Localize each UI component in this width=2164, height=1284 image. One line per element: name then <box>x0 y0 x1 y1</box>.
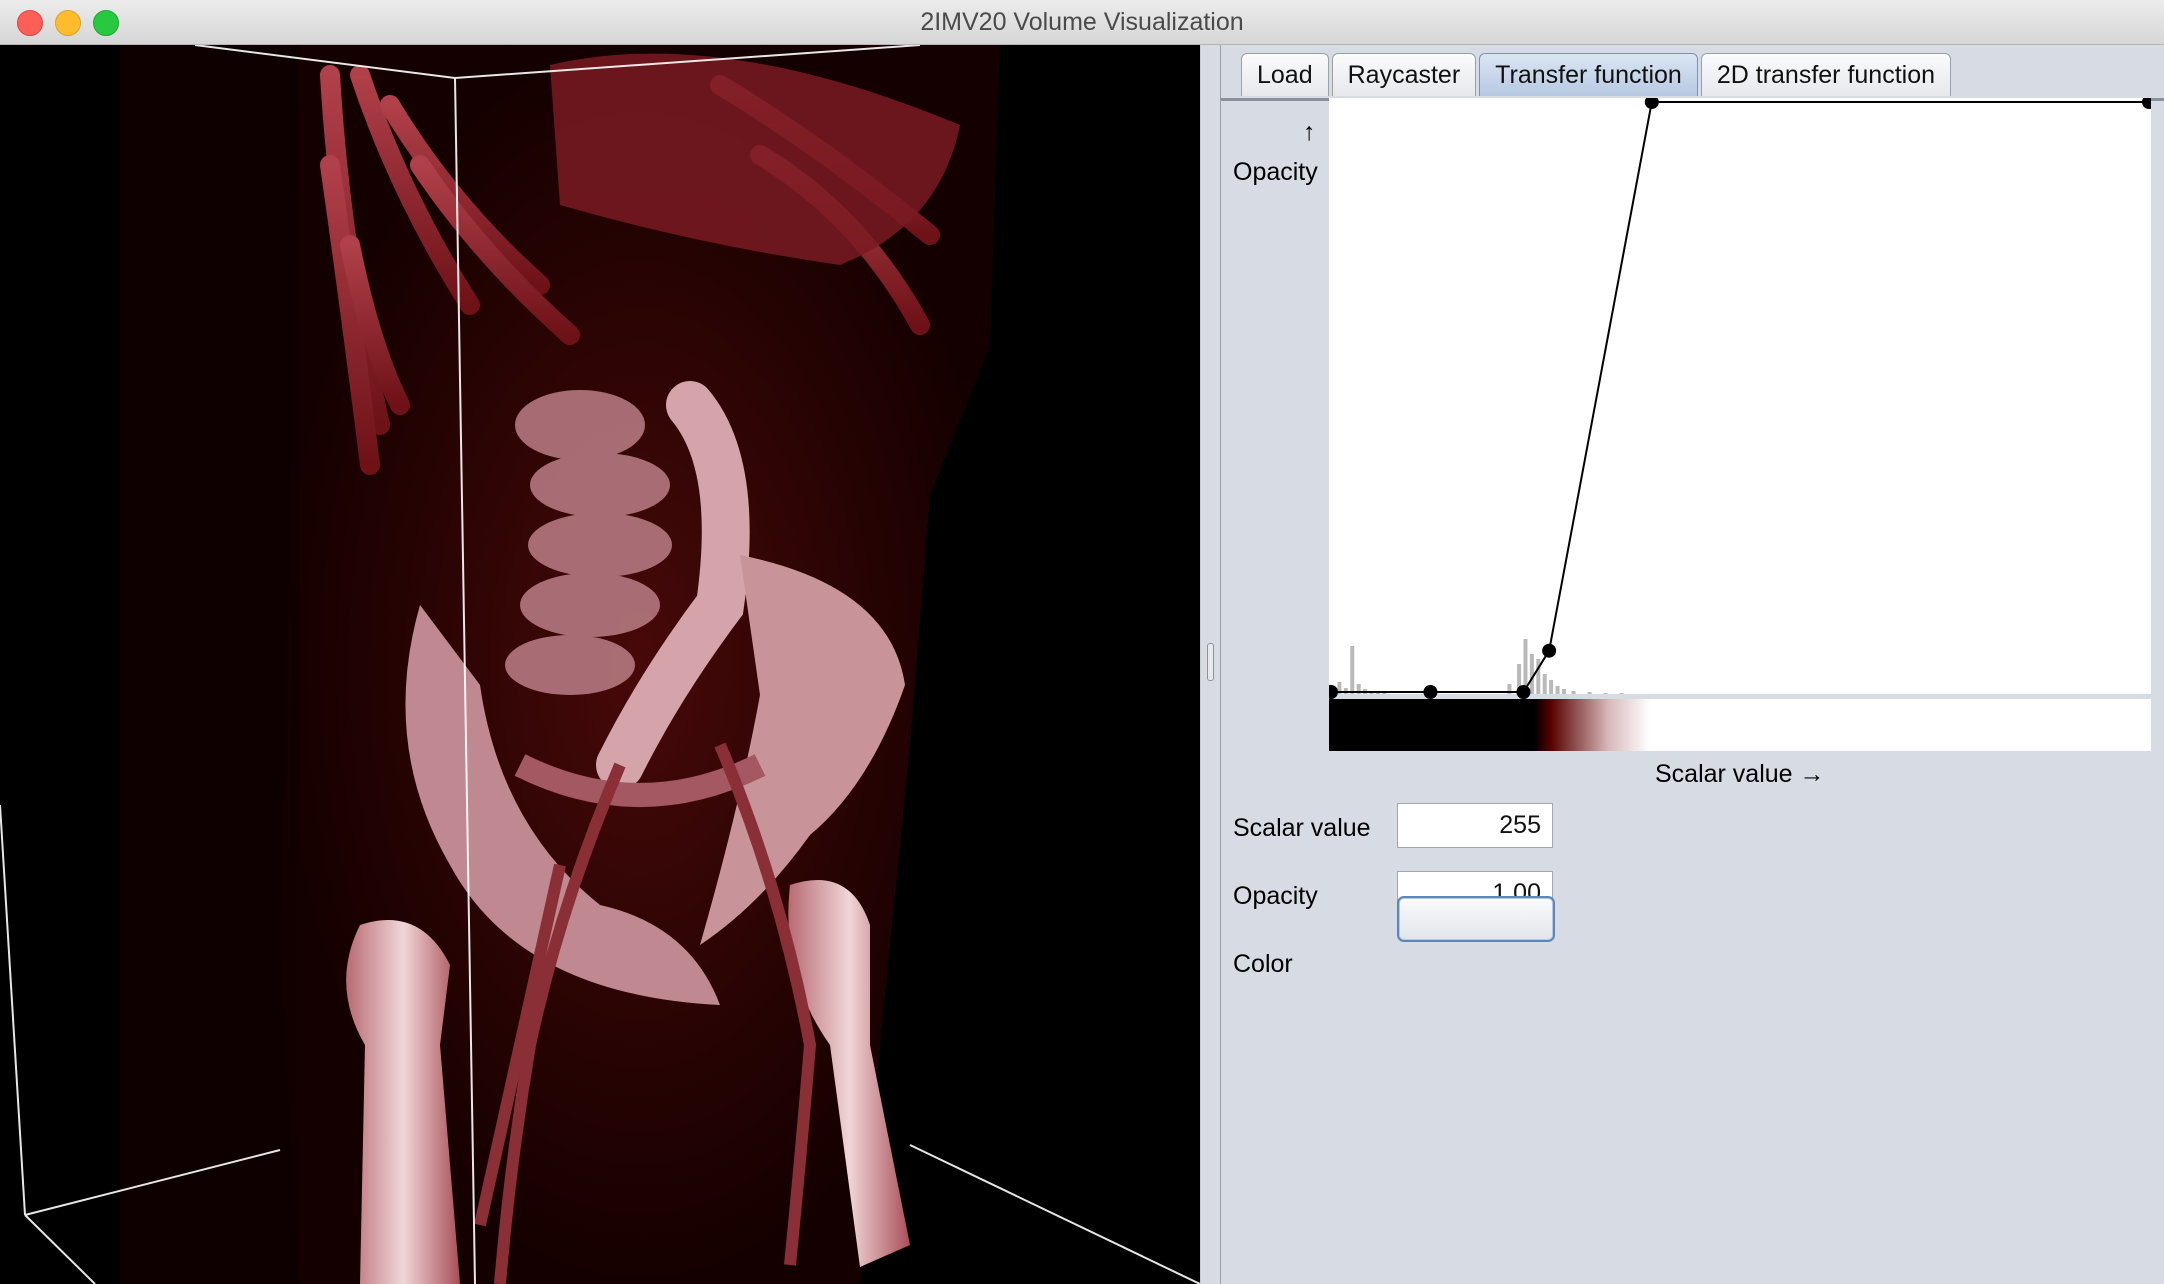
tab-raycaster[interactable]: Raycaster <box>1331 53 1477 96</box>
title-bar: 2IMV20 Volume Visualization <box>0 0 2164 45</box>
tab-2d-transfer-function[interactable]: 2D transfer function <box>1700 53 1952 96</box>
color-picker-button[interactable] <box>1397 896 1555 942</box>
color-map-bar <box>1329 699 2151 751</box>
splitter-grip-icon[interactable] <box>1207 643 1214 681</box>
color-label: Color <box>1233 950 1293 978</box>
control-point-1[interactable] <box>1423 685 1438 699</box>
volume-render-image <box>0 45 1200 1284</box>
control-point-2[interactable] <box>1516 685 1531 699</box>
settings-panel: Load Raycaster Transfer function 2D tran… <box>1221 45 2164 1284</box>
scalar-value-field[interactable]: 255 <box>1397 803 1553 848</box>
control-point-3[interactable] <box>1542 643 1557 658</box>
window-title: 2IMV20 Volume Visualization <box>920 8 1244 36</box>
panel-splitter[interactable] <box>1200 45 1221 1284</box>
volume-render-viewport[interactable] <box>0 45 1200 1284</box>
tab-bar: Load Raycaster Transfer function 2D tran… <box>1241 53 1954 97</box>
opacity-axis-label: Opacity <box>1233 158 1318 186</box>
opacity-label: Opacity <box>1233 882 1318 910</box>
tab-transfer-function[interactable]: Transfer function <box>1479 53 1698 96</box>
tab-load[interactable]: Load <box>1241 53 1329 96</box>
scalar-value-label: Scalar value <box>1233 814 1371 842</box>
opacity-axis-arrow: ↑ <box>1303 118 1316 146</box>
transfer-function-editor[interactable] <box>1329 98 2151 751</box>
scalar-value-axis-label: Scalar value → <box>1655 760 1825 788</box>
